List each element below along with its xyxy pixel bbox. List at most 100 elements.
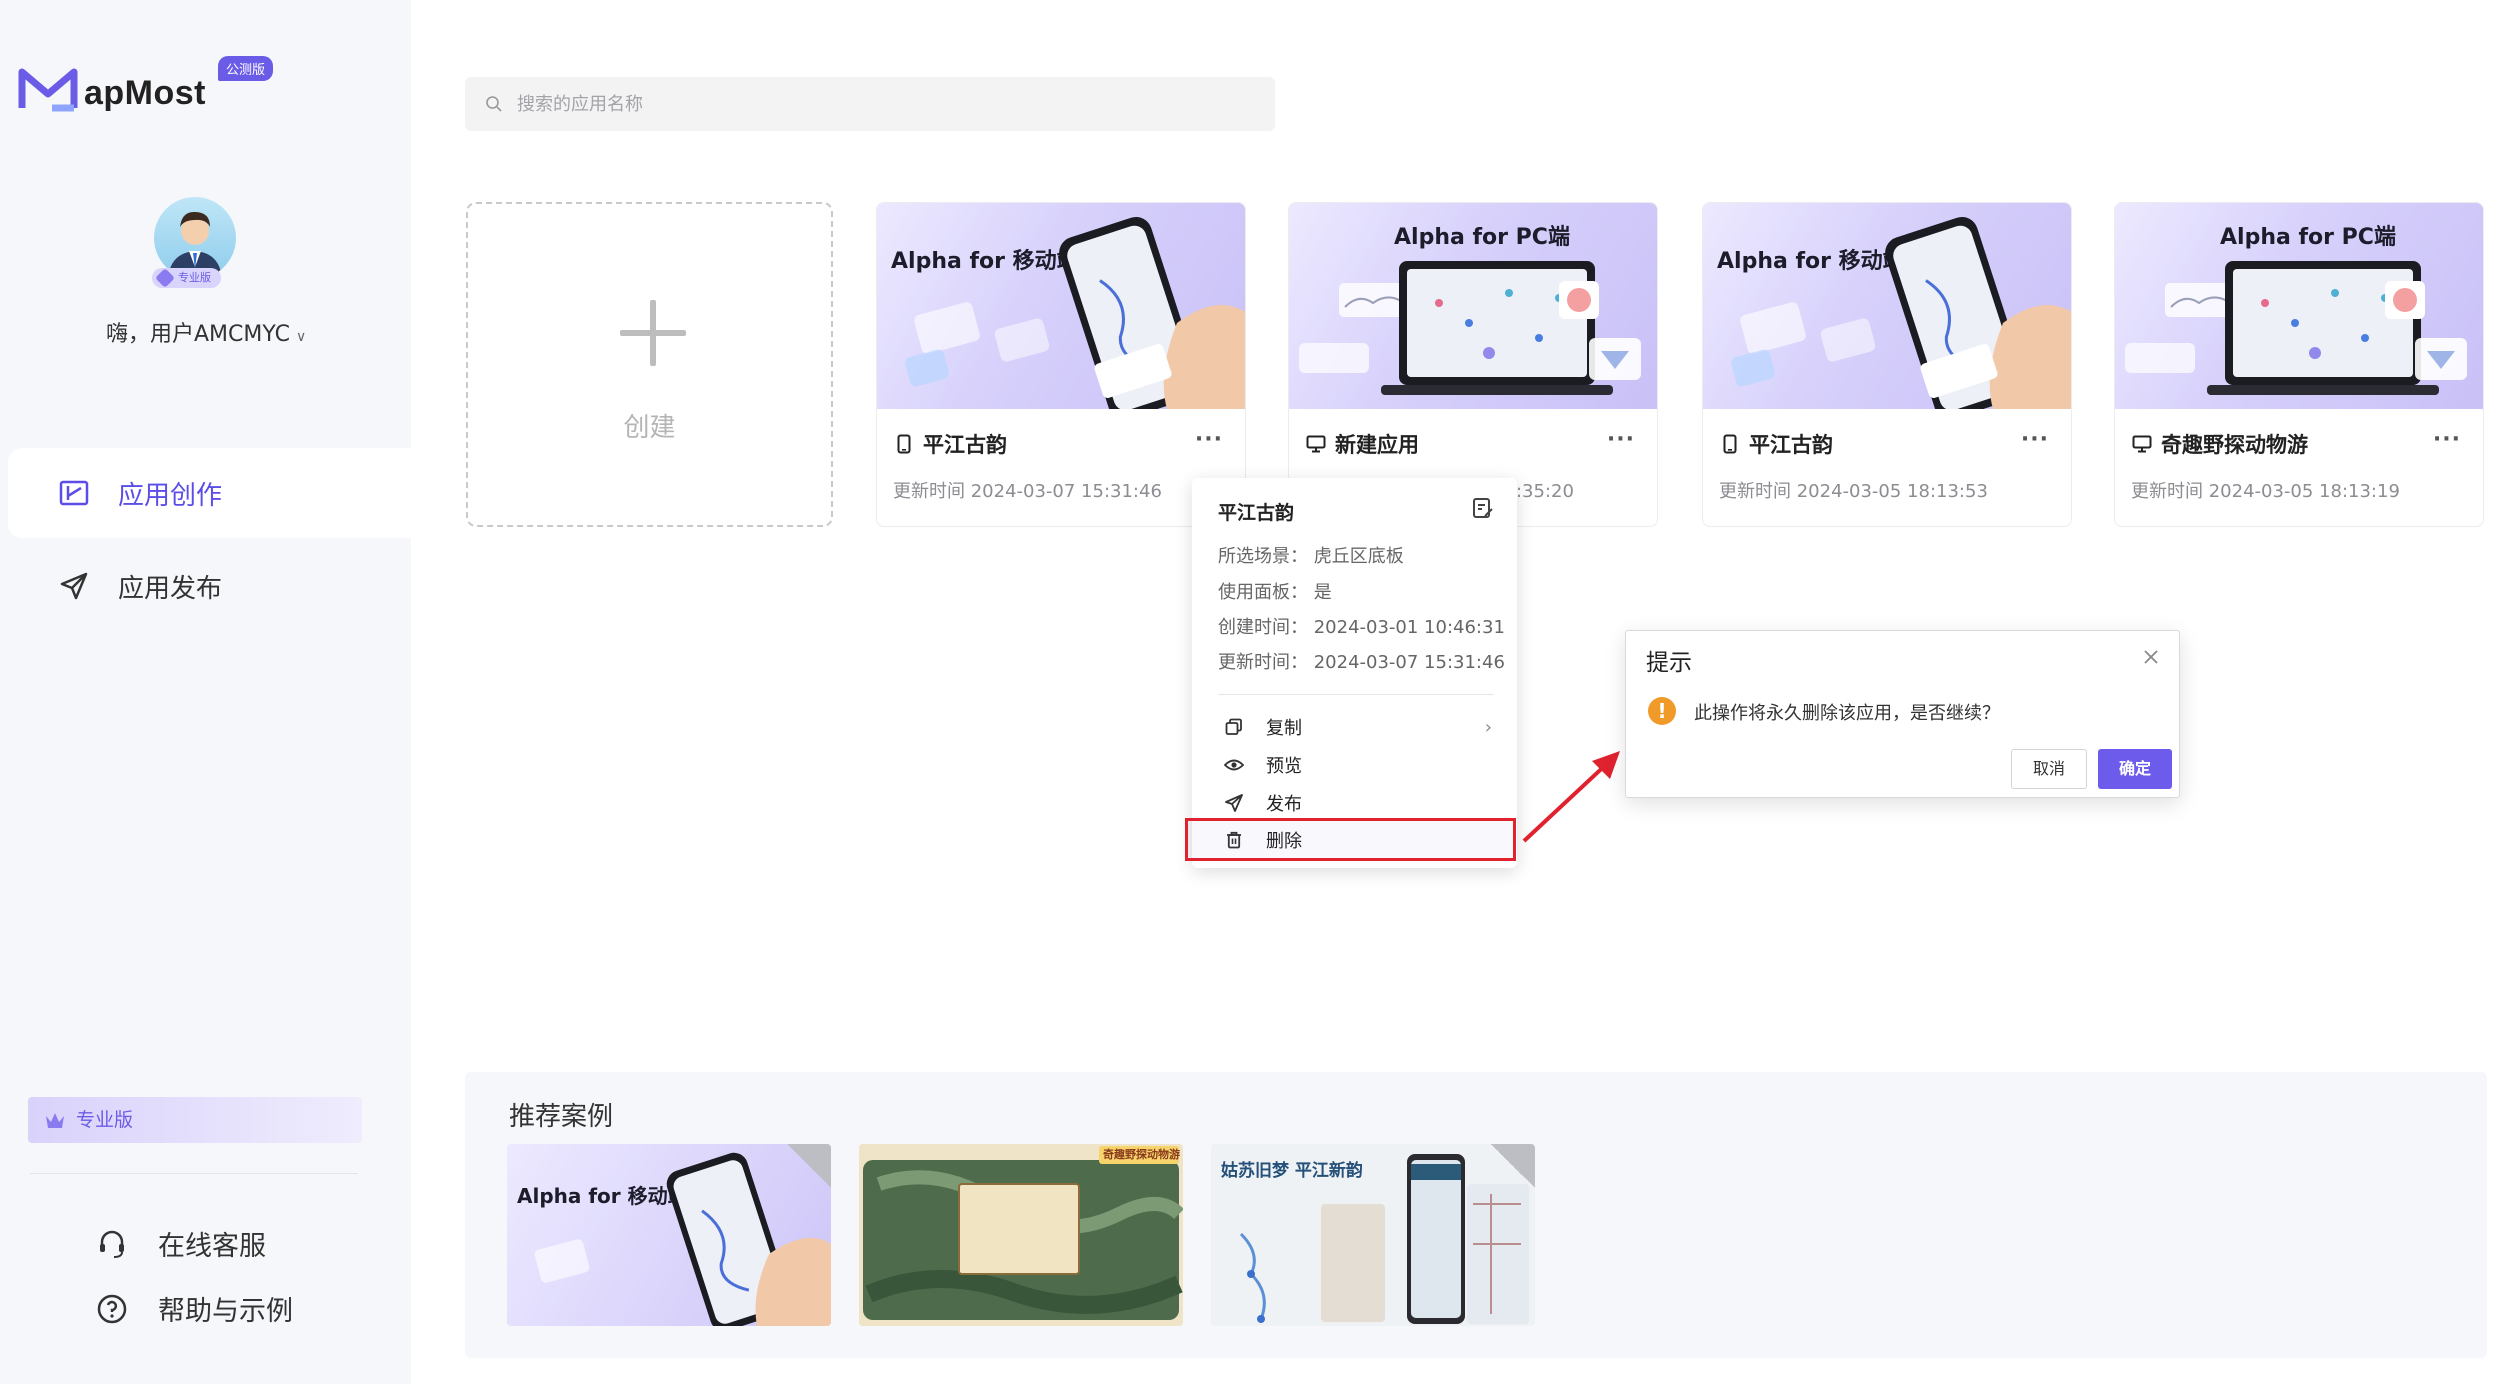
app-thumbnail: Alpha for PC端 bbox=[1289, 203, 1657, 409]
support-label: 在线客服 bbox=[158, 1231, 266, 1262]
pro-plan-banner[interactable]: 专业版 bbox=[28, 1097, 362, 1143]
gem-icon bbox=[155, 268, 175, 288]
nav-item-create[interactable]: 应用创作 bbox=[8, 448, 411, 538]
nav-item-label: 应用创作 bbox=[118, 480, 223, 511]
dialog-message: 此操作将永久删除该应用，是否继续？ bbox=[1694, 703, 2000, 724]
plus-icon bbox=[620, 300, 686, 366]
mobile-hand-illustration bbox=[534, 1152, 831, 1326]
nav-item-label: 应用发布 bbox=[118, 573, 223, 604]
app-updated-time: 更新时间 2024-03-05 18:13:53 bbox=[1719, 481, 1988, 502]
user-greeting: 嗨，用户AMCMYC bbox=[106, 322, 290, 347]
recommended-title: 推荐案例 bbox=[509, 1102, 614, 1132]
user-tier-badge: 专业版 bbox=[152, 268, 221, 288]
recommended-case[interactable]: 奇趣野探动物游 bbox=[859, 1144, 1183, 1326]
online-support-link[interactable]: 在线客服 bbox=[94, 1224, 266, 1263]
chevron-down-icon: ∨ bbox=[295, 329, 307, 345]
panel-info: 使用面板： 是 bbox=[1218, 582, 1332, 603]
app-updated-time: 更新时间 2024-03-07 15:31:46 bbox=[893, 481, 1162, 502]
edit-icon[interactable] bbox=[1471, 496, 1495, 520]
app-title: 平江古韵 bbox=[893, 429, 1229, 459]
app-thumbnail: Alpha for 移动端 bbox=[877, 203, 1245, 409]
search-bar bbox=[465, 77, 1275, 131]
chevron-right-icon: › bbox=[1484, 716, 1492, 738]
laptop-illustration bbox=[2125, 261, 2467, 395]
more-options-button[interactable]: ··· bbox=[1195, 427, 1223, 452]
close-icon[interactable] bbox=[2141, 647, 2161, 667]
recommended-case[interactable]: 姑苏旧梦 平江新韵 bbox=[1211, 1144, 1535, 1326]
search-icon bbox=[486, 96, 502, 112]
mobile-hand-illustration bbox=[1731, 216, 2071, 409]
more-options-button[interactable]: ··· bbox=[2021, 427, 2049, 452]
copy-icon bbox=[1224, 717, 1244, 737]
mobile-hand-illustration bbox=[905, 216, 1245, 409]
brand-name: apMost bbox=[84, 74, 206, 112]
app-meta: 奇趣野探动物游 ··· 更新时间 2024-03-05 18:13:19 bbox=[2115, 409, 2483, 503]
app-title: 平江古韵 bbox=[1719, 429, 2055, 459]
publish-label: 发布 bbox=[1266, 794, 1302, 815]
eye-icon bbox=[1224, 755, 1244, 775]
crown-icon bbox=[46, 1113, 64, 1128]
annotation-arrow-icon bbox=[1522, 751, 1620, 843]
app-card[interactable]: Alpha for PC端 奇趣野探动物游 ··· 更新时间 2024-03-0… bbox=[2114, 202, 2484, 527]
nav-item-publish[interactable]: 应用发布 bbox=[8, 541, 411, 631]
qr-corner-icon[interactable] bbox=[787, 1144, 831, 1188]
app-thumbnail: Alpha for PC端 bbox=[2115, 203, 2483, 409]
publish-action[interactable]: 发布 bbox=[1224, 790, 1492, 816]
desktop-device-icon bbox=[1305, 433, 1327, 455]
send-icon bbox=[1224, 793, 1244, 813]
app-name: 平江古韵 bbox=[923, 433, 1007, 457]
mobile-device-icon bbox=[893, 433, 915, 455]
more-options-button[interactable]: ··· bbox=[2433, 427, 2461, 452]
confirm-delete-dialog: 提示 ! 此操作将永久删除该应用，是否继续？ 取消 确定 bbox=[1625, 630, 2180, 798]
recommended-case-title: 姑苏旧梦 平江新韵 bbox=[1221, 1161, 1363, 1181]
updated-time: 更新时间： 2024-03-07 15:31:46 bbox=[1218, 652, 1505, 673]
create-label: 创建 bbox=[623, 413, 676, 443]
preview-label: 预览 bbox=[1266, 756, 1302, 777]
send-icon bbox=[56, 568, 92, 604]
created-time: 创建时间： 2024-03-01 10:46:31 bbox=[1218, 617, 1505, 638]
mobile-device-icon bbox=[1719, 433, 1741, 455]
warning-icon: ! bbox=[1648, 697, 1676, 725]
app-name: 新建应用 bbox=[1335, 433, 1419, 457]
recommended-case-title: 奇趣野探动物游 bbox=[1103, 1148, 1180, 1161]
create-icon bbox=[56, 475, 92, 511]
headset-icon bbox=[94, 1226, 130, 1262]
cancel-button[interactable]: 取消 bbox=[2011, 749, 2087, 789]
delete-highlight-box bbox=[1185, 818, 1516, 861]
app-root: apMost 公测版 专业版 嗨，用户AMCMYC ∨ 应用创作 应用发布 专业… bbox=[0, 0, 2512, 1384]
help-label: 帮助与示例 bbox=[158, 1296, 293, 1327]
sidebar: apMost 公测版 专业版 嗨，用户AMCMYC ∨ 应用创作 应用发布 专业… bbox=[0, 0, 411, 1384]
app-card[interactable]: Alpha for 移动端 平江古韵 ··· 更新时间 2024-03-05 1… bbox=[1702, 202, 2072, 527]
more-options-button[interactable]: ··· bbox=[1607, 427, 1635, 452]
app-name: 奇趣野探动物游 bbox=[2161, 433, 2308, 457]
preview-action[interactable]: 预览 bbox=[1224, 752, 1492, 778]
map-illustration bbox=[859, 1144, 1183, 1326]
user-menu[interactable]: 嗨，用户AMCMYC ∨ bbox=[106, 316, 306, 348]
copy-label: 复制 bbox=[1266, 718, 1302, 739]
help-link[interactable]: 帮助与示例 bbox=[94, 1289, 293, 1328]
context-menu-title: 平江古韵 bbox=[1218, 502, 1295, 524]
user-tier-label: 专业版 bbox=[178, 271, 211, 284]
app-title: 新建应用 bbox=[1305, 429, 1641, 459]
app-name: 平江古韵 bbox=[1749, 433, 1833, 457]
recommended-panel: 推荐案例 Alpha for 移动端 奇趣野探动物游 姑苏旧梦 平江新韵 bbox=[465, 1072, 2487, 1358]
copy-action[interactable]: 复制 › bbox=[1224, 714, 1492, 740]
divider bbox=[30, 1173, 358, 1174]
divider bbox=[1218, 694, 1494, 695]
confirm-button[interactable]: 确定 bbox=[2098, 749, 2172, 789]
app-thumbnail: Alpha for 移动端 bbox=[1703, 203, 2071, 409]
scene-info: 所选场景： 虎丘区底板 bbox=[1218, 546, 1404, 567]
app-title: 奇趣野探动物游 bbox=[2131, 429, 2467, 459]
qr-corner-icon[interactable] bbox=[1491, 1144, 1535, 1188]
recommended-case[interactable]: Alpha for 移动端 bbox=[507, 1144, 831, 1326]
app-meta: 平江古韵 ··· 更新时间 2024-03-05 18:13:53 bbox=[1703, 409, 2071, 503]
desktop-device-icon bbox=[2131, 433, 2153, 455]
avatar[interactable] bbox=[154, 197, 236, 279]
search-input[interactable] bbox=[517, 93, 1217, 115]
app-context-menu: 平江古韵 所选场景： 虎丘区底板 使用面板： 是 创建时间： 2024-03-0… bbox=[1192, 478, 1517, 868]
laptop-illustration bbox=[1299, 261, 1641, 395]
app-meta: 平江古韵 ··· 更新时间 2024-03-07 15:31:46 bbox=[877, 409, 1245, 503]
app-card[interactable]: Alpha for 移动端 平江古韵 ··· 更新时间 2024-03-07 1… bbox=[876, 202, 1246, 527]
beta-badge: 公测版 bbox=[218, 56, 274, 81]
create-app-card[interactable]: 创建 bbox=[466, 202, 833, 527]
